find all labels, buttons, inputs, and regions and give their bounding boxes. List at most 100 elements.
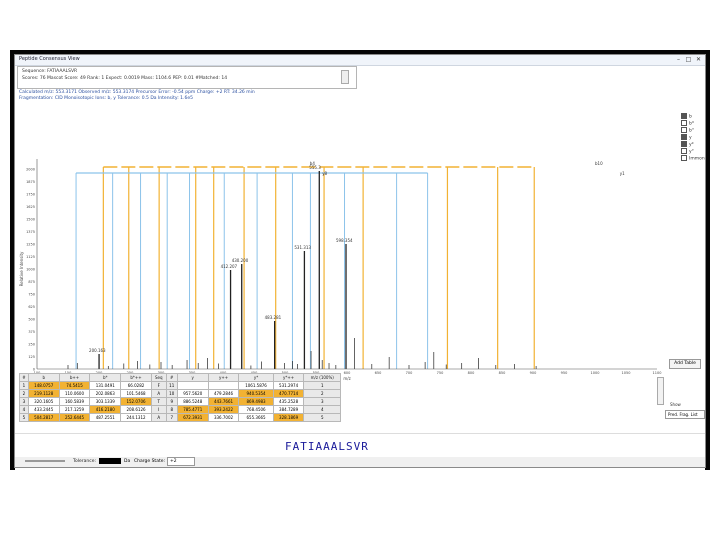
table-row[interactable]: 4 433.2445 217.1259 416.2180 208.6126 I 8 785.4…: [19, 405, 341, 414]
peak-label: 412.207: [221, 264, 238, 269]
info-scrollbar[interactable]: [341, 70, 349, 84]
table-cell: 531.2974: [272, 381, 305, 390]
x-tick-label: 900: [530, 371, 537, 375]
table-cell: 202.0863: [89, 389, 122, 398]
fragment-table: # b b++ b* b*++ Seq # y y++ y* y*++ m/z (100%) 1 148…: [19, 373, 341, 422]
legend-item[interactable]: y°: [681, 148, 705, 155]
window-title: Peptide Consensus View: [19, 56, 80, 62]
y-tick-label: 1625: [26, 205, 35, 209]
checkbox[interactable]: [681, 134, 687, 140]
y-tick-label: 625: [28, 305, 35, 309]
table-cell: 10: [165, 389, 178, 398]
legend-item[interactable]: b: [681, 113, 705, 120]
minimize-button[interactable]: –: [674, 56, 683, 63]
table-cell: A: [150, 389, 167, 398]
table-cell: A: [150, 413, 167, 422]
table-row[interactable]: 3 320.1605 160.5839 303.1339 152.0706 T 9 886.5…: [19, 397, 341, 406]
table-cell: 479.2846: [207, 389, 240, 398]
table-cell: 504.2817: [27, 413, 60, 422]
column-header[interactable]: b*++: [120, 373, 152, 382]
y-tick-label: 1125: [26, 255, 35, 259]
x-tick-label: 800: [468, 371, 475, 375]
checkbox[interactable]: [681, 155, 687, 161]
checkbox[interactable]: [681, 148, 687, 154]
checkbox[interactable]: [681, 120, 687, 126]
checkbox[interactable]: [681, 127, 687, 133]
column-header[interactable]: y: [176, 373, 209, 382]
checkbox[interactable]: [681, 113, 687, 119]
sequence-bar: FATIAAALSVR: [15, 433, 705, 459]
table-row[interactable]: 5 504.2817 252.6445 487.2551 244.1312 A 7 672.3…: [19, 413, 341, 422]
table-row[interactable]: 2 219.1128 110.0600 202.0863 101.5468 A 10 957.…: [19, 389, 341, 398]
peptide-consensus-window: Peptide Consensus View – □ ✕ Sequence: F…: [14, 54, 706, 468]
table-cell: 443.7661: [207, 397, 240, 406]
y-tick-label: 2000: [26, 168, 35, 172]
peak-label: 531.313: [294, 245, 311, 250]
table-row[interactable]: 1 148.0757 74.5415 131.0491 66.0282 F 11 1061.5…: [19, 381, 341, 390]
column-header[interactable]: #: [19, 373, 29, 382]
ion-legend: bb*b°yy*y°Immonium: [681, 113, 705, 162]
column-header[interactable]: b++: [58, 373, 91, 382]
scores-line: Scores: 76 Mascot Score: 49 Rank: 1 Expe…: [22, 76, 228, 81]
table-cell: [176, 381, 209, 390]
table-cell: T: [150, 397, 167, 406]
legend-item[interactable]: b°: [681, 127, 705, 134]
table-cell: 101.5468: [120, 389, 152, 398]
checkbox[interactable]: [681, 141, 687, 147]
table-cell: 131.0491: [89, 381, 122, 390]
spectrum-chart[interactable]: 0125250375500625750875100011251250137515…: [17, 89, 669, 389]
column-header[interactable]: y*++: [272, 373, 305, 382]
column-header[interactable]: b: [27, 373, 60, 382]
table-scrollbar[interactable]: [657, 377, 664, 405]
legend-item[interactable]: y*: [681, 141, 705, 148]
column-header[interactable]: Seq: [150, 373, 167, 382]
column-header[interactable]: #: [165, 373, 178, 382]
column-header[interactable]: m/z (100%): [303, 373, 341, 382]
table-cell: 869.4983: [238, 397, 274, 406]
table-cell: 208.6126: [120, 405, 152, 414]
table-cell: 328.1869: [272, 413, 305, 422]
pred-frag-select[interactable]: Pred. Frag. List: [665, 410, 705, 419]
table-cell: 7: [165, 413, 178, 422]
zoom-slider[interactable]: [25, 460, 65, 462]
table-cell: 74.5415: [58, 381, 91, 390]
maximize-button[interactable]: □: [684, 56, 693, 63]
table-cell: 433.2445: [27, 405, 60, 414]
column-header[interactable]: y*: [238, 373, 274, 382]
x-tick-label: 950: [561, 371, 568, 375]
x-tick-label: 700: [406, 371, 413, 375]
legend-item[interactable]: Immonium: [681, 155, 705, 162]
y-tick-label: 250: [28, 343, 35, 347]
ion-tag: y1: [620, 171, 625, 176]
legend-item[interactable]: b*: [681, 120, 705, 127]
table-cell: 5: [303, 413, 341, 422]
x-tick-label: 1000: [591, 371, 600, 375]
legend-label: y°: [689, 149, 694, 155]
table-cell: 5: [19, 413, 29, 422]
legend-label: y*: [689, 142, 694, 148]
x-tick-label: 650: [375, 371, 382, 375]
legend-item[interactable]: y: [681, 134, 705, 141]
table-cell: 303.1339: [89, 397, 122, 406]
y-tick-label: 1875: [26, 180, 35, 184]
y-tick-label: 375: [28, 330, 35, 334]
charge-state-select[interactable]: +2: [167, 457, 195, 466]
x-axis-label: m/z: [343, 376, 350, 381]
add-table-button[interactable]: Add Table: [669, 359, 701, 369]
y-tick-label: 1750: [26, 193, 35, 197]
table-cell: 3: [19, 397, 29, 406]
table-cell: 4: [19, 405, 29, 414]
x-tick-label: 1050: [622, 371, 631, 375]
table-cell: 416.2180: [89, 405, 122, 414]
y-tick-label: 1500: [26, 218, 35, 222]
table-cell: 66.0282: [120, 381, 152, 390]
charge-state-label: Charge State:: [134, 459, 166, 464]
tolerance-input[interactable]: [99, 458, 121, 464]
table-cell: 487.2551: [89, 413, 122, 422]
close-button[interactable]: ✕: [694, 56, 703, 63]
column-header[interactable]: y++: [207, 373, 240, 382]
table-cell: 1061.5876: [238, 381, 274, 390]
ion-tag: y8: [322, 171, 327, 176]
table-cell: 2: [303, 389, 341, 398]
column-header[interactable]: b*: [89, 373, 122, 382]
